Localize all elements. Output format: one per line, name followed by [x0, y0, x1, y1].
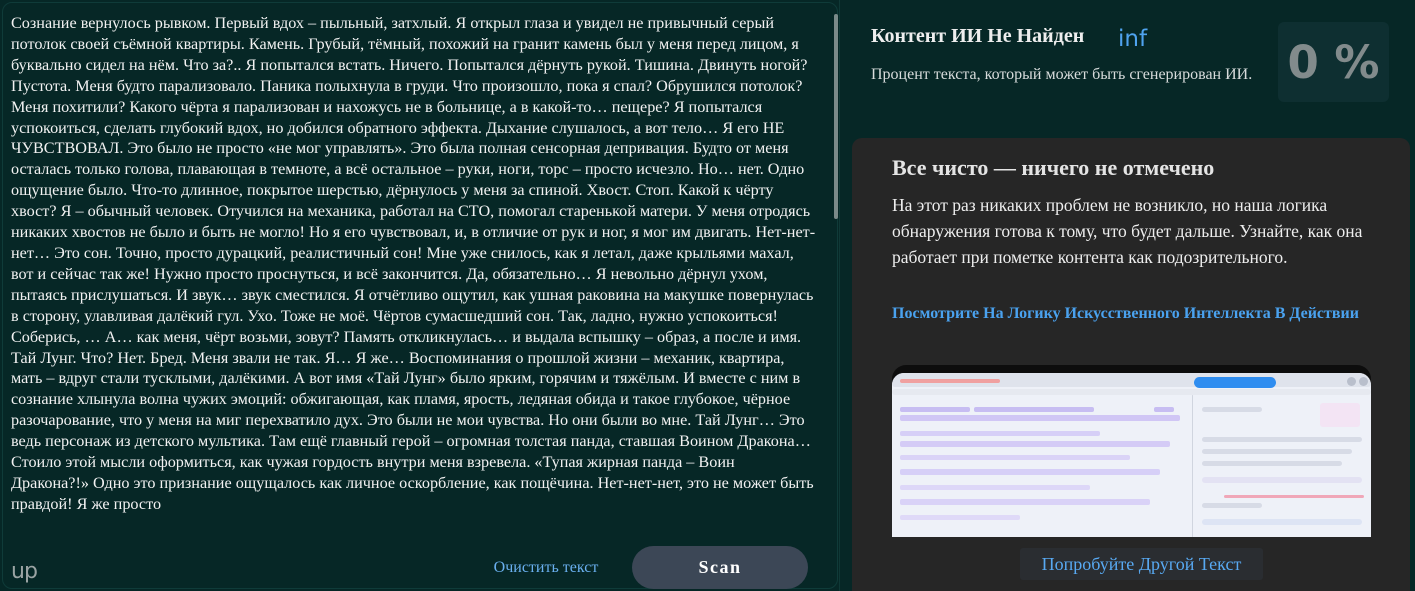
clear-text-button[interactable]: Очистить текст [470, 552, 622, 584]
result-score: inf [1118, 26, 1148, 52]
result-panel: Контент ИИ Не Найден inf Процент текста,… [841, 0, 1415, 591]
scan-button[interactable]: Scan [632, 546, 808, 589]
ai-percent-badge: 0 % [1278, 22, 1389, 102]
preview-image [892, 365, 1371, 537]
result-description: Процент текста, который может быть сгене… [871, 66, 1253, 83]
info-title: Все чисто — ничего не отмечено [892, 155, 1215, 180]
preview-screenshot [892, 373, 1371, 537]
editor-panel: Сознание вернулось рывком. Первый вдох –… [0, 0, 840, 591]
info-body: На этот раз никаких проблем не возникло,… [892, 195, 1363, 267]
result-title: Контент ИИ Не Найден [871, 25, 1085, 47]
ai-logic-link[interactable]: Посмотрите На Логику Искусственного Инте… [892, 302, 1372, 326]
brand-logo: up [11, 559, 38, 584]
try-another-text-button[interactable]: Попробуйте Другой Текст [1020, 548, 1263, 580]
info-card: Все чисто — ничего не отмечено На этот р… [852, 138, 1410, 591]
editor-scrollbar[interactable] [834, 14, 838, 219]
text-input[interactable]: Сознание вернулось рывком. Первый вдох –… [11, 13, 816, 535]
